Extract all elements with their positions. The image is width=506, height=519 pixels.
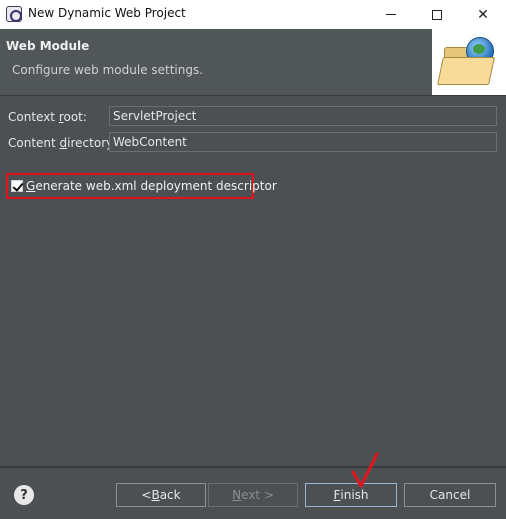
close-icon: ✕: [477, 6, 489, 23]
header-separator: [0, 95, 506, 96]
title-bar: New Dynamic Web Project ✕: [0, 0, 506, 29]
context-root-input[interactable]: [109, 106, 497, 126]
content-directory-label: Content directory:: [8, 136, 117, 150]
red-checkmark-annotation: [351, 452, 379, 488]
page-description: Configure web module settings.: [12, 63, 204, 77]
generate-web-xml-checkbox-row[interactable]: Generate web.xml deployment descriptor: [6, 173, 277, 199]
folder-front-icon: [437, 57, 495, 85]
generate-web-xml-label[interactable]: Generate web.xml deployment descriptor: [26, 179, 277, 193]
minimize-button[interactable]: [368, 0, 414, 29]
maximize-button[interactable]: [414, 0, 460, 29]
content-directory-input[interactable]: [109, 132, 497, 152]
wizard-banner: [432, 29, 506, 95]
help-button[interactable]: ?: [14, 485, 34, 505]
maximize-icon: [432, 9, 442, 20]
next-button[interactable]: Next >: [208, 483, 298, 507]
window-title: New Dynamic Web Project: [28, 6, 186, 20]
close-button[interactable]: ✕: [460, 0, 506, 29]
generate-web-xml-checkbox[interactable]: [11, 180, 23, 192]
minimize-icon: [386, 14, 396, 15]
back-button[interactable]: < Back: [116, 483, 206, 507]
wizard-header: Web Module Configure web module settings…: [0, 29, 506, 95]
context-root-label: Context root:: [8, 110, 87, 124]
page-title: Web Module: [6, 39, 90, 53]
cancel-button[interactable]: Cancel: [404, 483, 496, 507]
footer-separator: [0, 466, 506, 468]
eclipse-icon: [6, 6, 22, 22]
